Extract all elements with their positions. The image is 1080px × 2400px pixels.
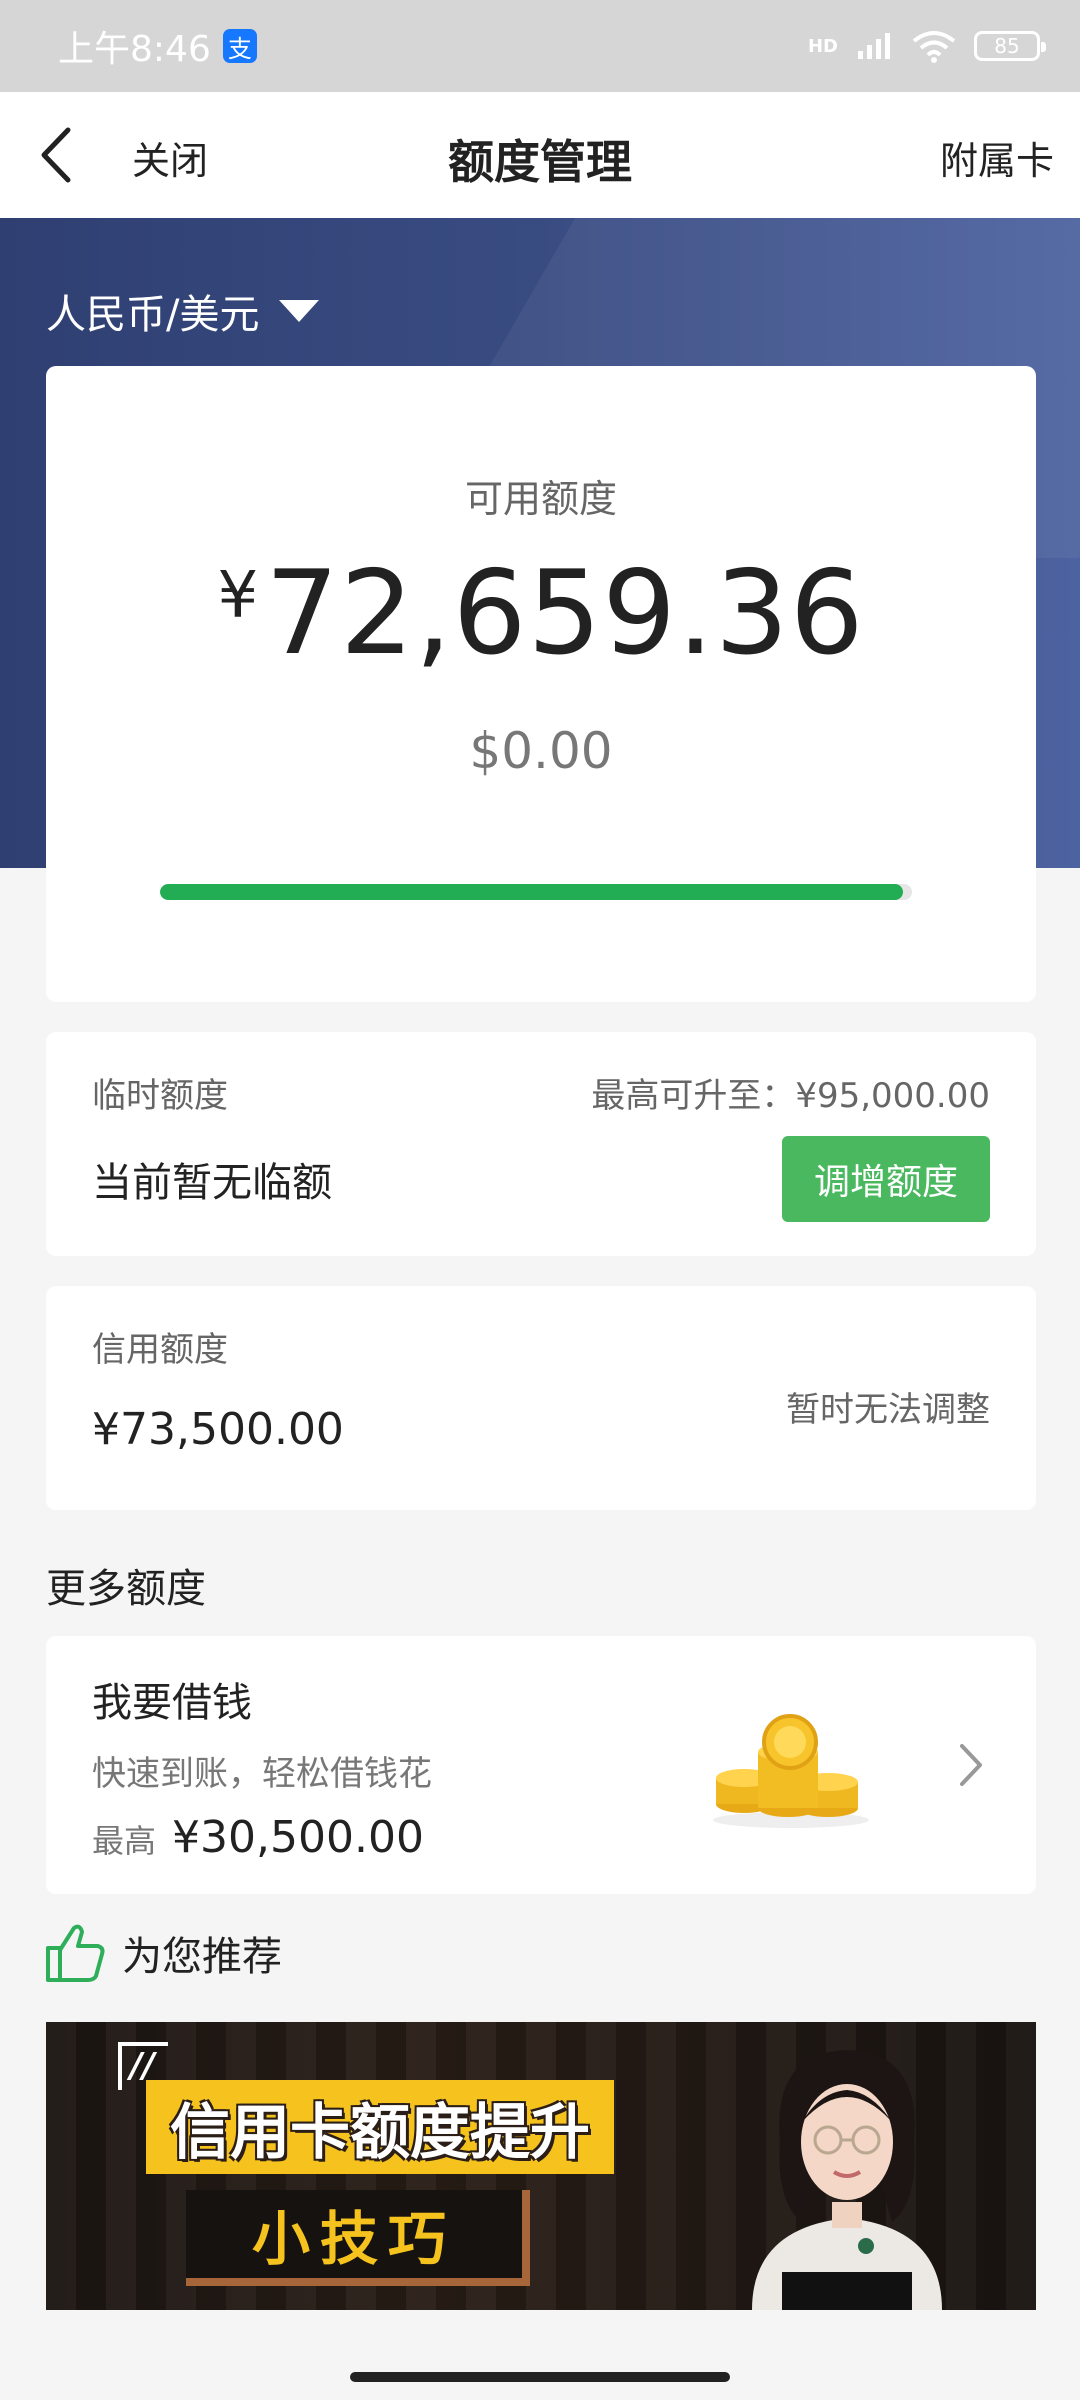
banner-headline: 信用卡额度提升	[146, 2080, 614, 2174]
more-limits-title: 更多额度	[46, 1566, 206, 1612]
available-amount-cny: ¥72,659.36	[46, 546, 1036, 681]
presenter-image	[752, 2050, 942, 2310]
alipay-icon: 支	[222, 29, 257, 63]
currency-selector[interactable]: 人民币/美元	[46, 282, 320, 340]
loan-max-value: ¥30,500.00	[172, 1812, 424, 1863]
temporary-status: 当前暂无临额	[92, 1160, 332, 1206]
yen-symbol: ¥	[217, 559, 260, 633]
loan-title: 我要借钱	[92, 1680, 252, 1726]
temporary-max-label: 最高可升至：¥95,000.00	[591, 1076, 990, 1116]
credit-limit-value: ¥73,500.00	[92, 1404, 344, 1455]
wifi-icon	[912, 31, 956, 63]
supplementary-card-button[interactable]: 附属卡	[940, 130, 1054, 185]
available-label: 可用额度	[464, 477, 617, 521]
loan-subtitle: 快速到账，轻松借钱花	[92, 1754, 432, 1794]
status-time: 上午8:46	[58, 29, 211, 70]
page-title: 额度管理	[448, 135, 632, 189]
promo-banner[interactable]: // 信用卡额度提升 小技巧	[46, 2022, 1036, 2310]
caret-down-icon	[279, 300, 320, 322]
banner-subheadline: 小技巧	[186, 2190, 531, 2286]
credit-limit-label: 信用额度	[92, 1330, 228, 1370]
battery-icon: 85	[974, 31, 1046, 61]
chevron-right-icon	[960, 1744, 982, 1786]
network-label: HD	[807, 35, 838, 57]
home-indicator[interactable]	[350, 2372, 730, 2382]
recommend-title: 为您推荐	[122, 1934, 282, 1980]
available-amount-usd: $0.00	[469, 722, 613, 780]
signal-icon	[858, 33, 890, 59]
credit-limit-note: 暂时无法调整	[786, 1390, 990, 1430]
currency-label: 人民币/美元	[46, 292, 260, 338]
nav-bar: 关闭 额度管理 附属卡	[0, 92, 1080, 218]
gold-coins-icon	[713, 1714, 869, 1828]
credit-usage-bar	[160, 884, 912, 900]
status-bar: 上午8:46 支 HD 85	[0, 0, 1080, 92]
temporary-limit-label: 临时额度	[92, 1076, 228, 1116]
loan-max-label: 最高	[92, 1822, 157, 1860]
thumbs-up-icon	[46, 1924, 105, 1982]
recommend-header: 为您推荐	[44, 1922, 282, 1984]
loan-card[interactable]: 我要借钱 快速到账，轻松借钱花 最高 ¥30,500.00	[46, 1636, 1036, 1894]
increase-limit-button[interactable]: 调增额度	[782, 1136, 990, 1222]
loan-max-row: 最高 ¥30,500.00	[92, 1812, 424, 1863]
credit-usage-fill	[160, 884, 903, 900]
status-left: 上午8:46 支	[58, 20, 257, 72]
temporary-limit-card: 临时额度 最高可升至：¥95,000.00 当前暂无临额 调增额度	[46, 1032, 1036, 1256]
credit-limit-card: 信用额度 ¥73,500.00 暂时无法调整	[46, 1286, 1036, 1510]
available-credit-card: 可用额度 ¥72,659.36 $0.00	[46, 366, 1036, 1002]
status-right: HD 85	[807, 29, 1046, 63]
available-amount-value: 72,659.36	[265, 546, 865, 681]
